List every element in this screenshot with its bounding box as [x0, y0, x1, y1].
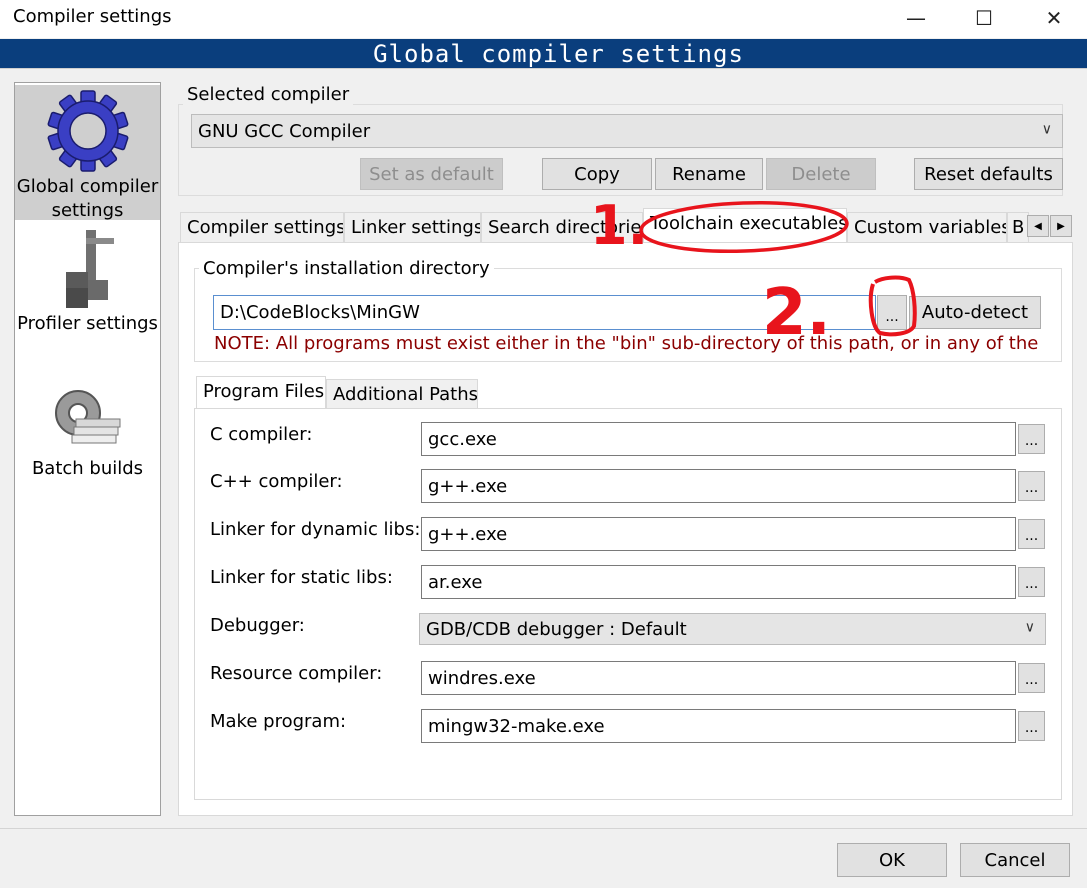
divider: [0, 68, 1087, 69]
banner-title: Global compiler settings: [373, 39, 744, 68]
chevron-down-icon: ∨: [1041, 121, 1052, 138]
make-program-browse-button[interactable]: ...: [1018, 711, 1045, 741]
tab-scroll-left-button[interactable]: ◀: [1027, 215, 1049, 237]
close-button[interactable]: ✕: [1027, 0, 1081, 36]
dynamic-linker-input[interactable]: g++.exe: [421, 517, 1016, 551]
compiler-select[interactable]: GNU GCC Compiler ∨: [191, 114, 1063, 148]
minimize-icon: —: [906, 6, 926, 30]
chevron-down-icon: ∨: [1024, 619, 1035, 636]
resource-compiler-label: Resource compiler:: [210, 663, 383, 684]
make-program-label: Make program:: [210, 711, 347, 732]
tab-custom-variables[interactable]: Custom variables: [847, 212, 1007, 243]
arrow-left-icon: ◀: [1034, 220, 1042, 232]
maximize-button[interactable]: ☐: [957, 0, 1011, 36]
sidebar-item-profiler[interactable]: Profiler settings: [15, 228, 160, 348]
cancel-button[interactable]: Cancel: [960, 843, 1070, 877]
install-dir-browse-button[interactable]: ...: [877, 295, 907, 330]
resource-compiler-browse-button[interactable]: ...: [1018, 663, 1045, 693]
maximize-icon: ☐: [975, 6, 993, 30]
batch-gear-icon: [54, 390, 120, 444]
sidebar-item-label: Batch builds: [31, 458, 144, 479]
selected-compiler-label: Selected compiler: [183, 84, 354, 105]
rename-button[interactable]: Rename: [655, 158, 763, 190]
reset-defaults-button[interactable]: Reset defaults: [914, 158, 1063, 190]
dynamic-linker-browse-button[interactable]: ...: [1018, 519, 1045, 549]
ok-button[interactable]: OK: [837, 843, 947, 877]
banner: Global compiler settings: [0, 39, 1087, 68]
footer-divider: [0, 828, 1087, 829]
static-linker-browse-button[interactable]: ...: [1018, 567, 1045, 597]
subtab-additional-paths[interactable]: Additional Paths: [326, 379, 478, 409]
make-program-input[interactable]: mingw32-make.exe: [421, 709, 1016, 743]
auto-detect-button[interactable]: Auto-detect: [909, 296, 1041, 329]
cpp-compiler-input[interactable]: g++.exe: [421, 469, 1016, 503]
tab-compiler-settings[interactable]: Compiler settings: [180, 212, 344, 243]
sidebar-item-global-compiler[interactable]: Global compiler settings: [15, 85, 160, 221]
static-linker-input[interactable]: ar.exe: [421, 565, 1016, 599]
install-dir-note: NOTE: All programs must exist either in …: [214, 333, 1039, 354]
caliper-icon: [65, 230, 114, 308]
arrow-right-icon: ▶: [1057, 220, 1065, 232]
c-compiler-input[interactable]: gcc.exe: [421, 422, 1016, 456]
install-dir-label: Compiler's installation directory: [199, 258, 494, 279]
cpp-compiler-browse-button[interactable]: ...: [1018, 471, 1045, 501]
install-dir-input[interactable]: D:\CodeBlocks\MinGW: [213, 295, 876, 330]
subtab-program-files[interactable]: Program Files: [196, 376, 326, 409]
sidebar-item-label: Profiler settings: [17, 313, 158, 334]
dynamic-linker-label: Linker for dynamic libs:: [210, 519, 421, 540]
copy-button[interactable]: Copy: [542, 158, 652, 190]
tab-search-directories[interactable]: Search directories: [481, 212, 643, 243]
sidebar-item-batch-builds[interactable]: Batch builds: [15, 383, 160, 493]
set-as-default-button[interactable]: Set as default: [360, 158, 503, 190]
tab-linker-settings[interactable]: Linker settings: [344, 212, 481, 243]
tab-build-options[interactable]: B: [1007, 212, 1029, 243]
debugger-select[interactable]: GDB/CDB debugger : Default ∨: [419, 613, 1046, 645]
c-compiler-label: C compiler:: [210, 424, 313, 445]
tab-toolchain-executables[interactable]: Toolchain executables: [643, 208, 847, 243]
minimize-button[interactable]: —: [889, 0, 943, 36]
c-compiler-browse-button[interactable]: ...: [1018, 424, 1045, 454]
window-title: Compiler settings: [13, 6, 172, 27]
debugger-label: Debugger:: [210, 615, 305, 636]
tab-scroll-right-button[interactable]: ▶: [1050, 215, 1072, 237]
close-icon: ✕: [1045, 6, 1063, 30]
sidebar-item-label: Global compiler settings: [16, 176, 159, 221]
gear-icon: [47, 90, 128, 172]
compiler-select-value: GNU GCC Compiler: [198, 120, 371, 142]
static-linker-label: Linker for static libs:: [210, 567, 393, 588]
resource-compiler-input[interactable]: windres.exe: [421, 661, 1016, 695]
cpp-compiler-label: C++ compiler:: [210, 471, 343, 492]
sidebar: Global compiler settings Profiler settin…: [14, 82, 161, 816]
debugger-select-value: GDB/CDB debugger : Default: [426, 618, 687, 640]
delete-button[interactable]: Delete: [766, 158, 876, 190]
